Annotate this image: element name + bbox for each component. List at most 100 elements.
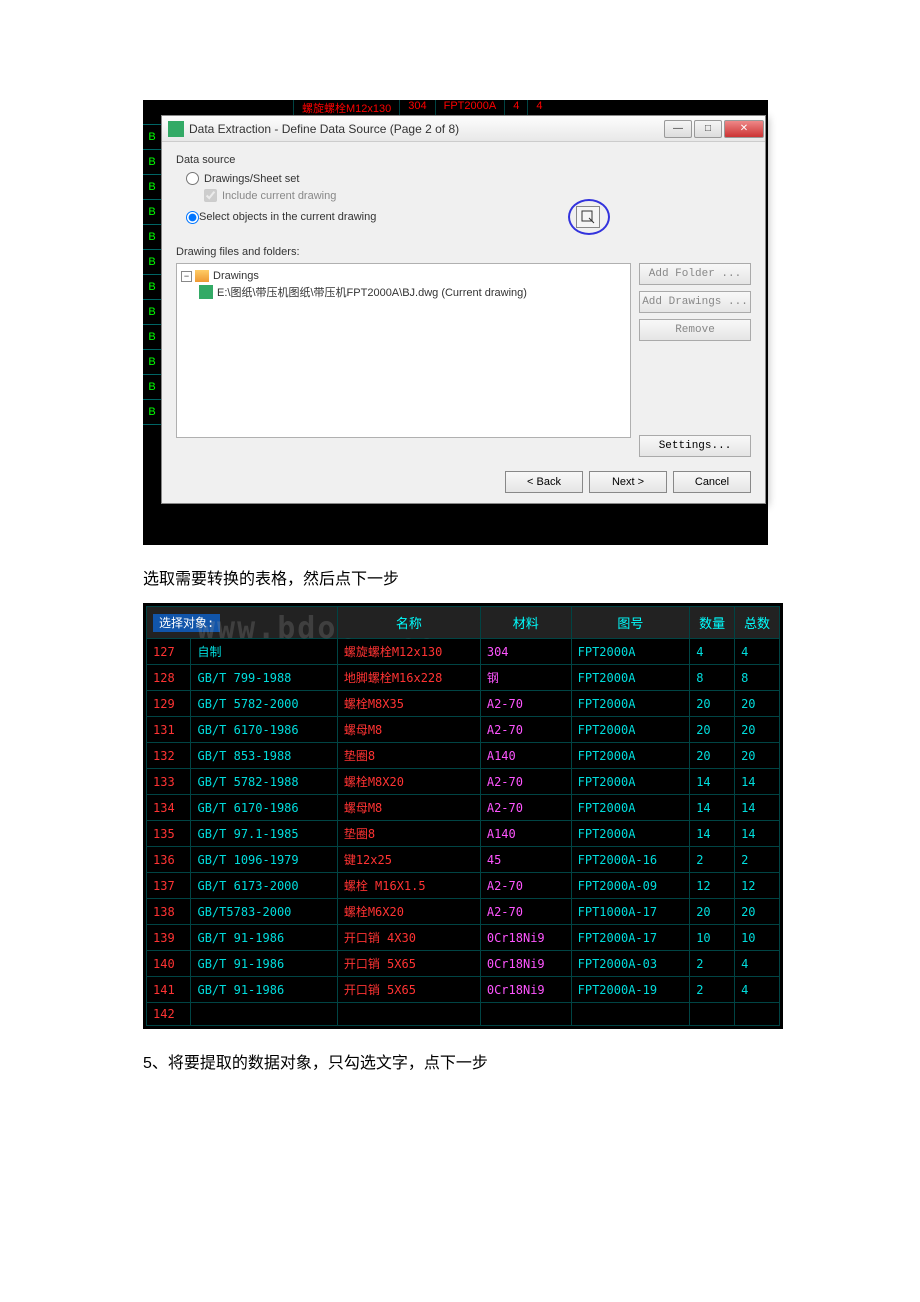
dialog-title: Data Extraction - Define Data Source (Pa… [189,122,663,136]
cell-mat: A2-70 [480,769,571,795]
cell-q1: 20 [690,691,735,717]
table-row[interactable]: 136 GB/T 1096-1979 键12x25 45 FPT2000A-16… [147,847,780,873]
cell-dwg: FPT2000A-09 [571,873,690,899]
cell-mat [480,1003,571,1026]
cell-q2: 12 [735,873,780,899]
cell-q1: 2 [690,977,735,1003]
select-objects-row: Select objects in the current drawing [186,206,751,228]
cell-name: 螺母M8 [337,795,480,821]
tree-collapse-icon[interactable]: − [181,271,192,282]
tree-file-row[interactable]: E:\图纸\带压机图纸\带压机FPT2000A\BJ.dwg (Current … [181,284,626,300]
cell-q1: 20 [690,899,735,925]
cell-dwg [571,1003,690,1026]
cell-num: 140 [147,951,191,977]
cell-q1: 12 [690,873,735,899]
cad-cell: 4 [504,100,527,116]
cell-name: 开口销 5X65 [337,951,480,977]
table-row[interactable]: 139 GB/T 91-1986 开口销 4X30 0Cr18Ni9 FPT20… [147,925,780,951]
tree-root-label: Drawings [213,270,259,282]
cell-q1: 10 [690,925,735,951]
select-objects-button[interactable] [576,206,600,228]
cell-q1 [690,1003,735,1026]
cell-mat: A2-70 [480,691,571,717]
table-row[interactable]: 135 GB/T 97.1-1985 垫圈8 A140 FPT2000A 14 … [147,821,780,847]
cell-num: 142 [147,1003,191,1026]
cell-q2: 4 [735,951,780,977]
table-row[interactable]: 138 GB/T5783-2000 螺栓M6X20 A2-70 FPT1000A… [147,899,780,925]
cell-mat: A2-70 [480,795,571,821]
cell-q2: 20 [735,691,780,717]
table-row[interactable]: 127 自制 螺旋螺栓M12x130 304 FPT2000A 4 4 [147,639,780,665]
cell-num: 134 [147,795,191,821]
tree-root-row[interactable]: − Drawings [181,270,626,282]
ruler-cell: B [143,150,161,175]
cell-dwg: FPT2000A [571,769,690,795]
cell-name: 垫圈8 [337,743,480,769]
add-drawings-button[interactable]: Add Drawings ... [639,291,751,313]
cell-num: 141 [147,977,191,1003]
include-current-label: Include current drawing [222,190,336,202]
close-button[interactable]: ✕ [724,120,764,138]
table-row[interactable]: 141 GB/T 91-1986 开口销 5X65 0Cr18Ni9 FPT20… [147,977,780,1003]
cell-dwg: FPT2000A [571,665,690,691]
table-row[interactable]: 129 GB/T 5782-2000 螺栓M8X35 A2-70 FPT2000… [147,691,780,717]
cell-mat: 钢 [480,665,571,691]
cell-q1: 2 [690,951,735,977]
cell-num: 136 [147,847,191,873]
cell-dwg: FPT2000A [571,795,690,821]
cell-mat: 304 [480,639,571,665]
table-row[interactable]: 128 GB/T 799-1988 地脚螺栓M16x228 钢 FPT2000A… [147,665,780,691]
table-row[interactable]: 142 [147,1003,780,1026]
cell-std: GB/T 6170-1986 [191,795,337,821]
cell-num: 128 [147,665,191,691]
cell-mat: 45 [480,847,571,873]
title-bar[interactable]: Data Extraction - Define Data Source (Pa… [162,116,765,142]
select-objects-radio[interactable] [186,211,199,224]
minimize-button[interactable]: — [664,120,692,138]
table-row[interactable]: 140 GB/T 91-1986 开口销 5X65 0Cr18Ni9 FPT20… [147,951,780,977]
cell-q2: 10 [735,925,780,951]
col-drawing: 图号 [571,607,690,639]
cancel-button[interactable]: Cancel [673,471,751,493]
cell-mat: A140 [480,821,571,847]
back-button[interactable]: < Back [505,471,583,493]
cell-std: GB/T5783-2000 [191,899,337,925]
cell-std: GB/T 91-1986 [191,925,337,951]
cell-q1: 14 [690,821,735,847]
ruler-cell: B [143,200,161,225]
side-buttons: Add Folder ... Add Drawings ... Remove S… [639,263,751,457]
cell-q2: 14 [735,769,780,795]
remove-button[interactable]: Remove [639,319,751,341]
cad-cell: 螺旋螺栓M12x130 [293,100,399,116]
next-button[interactable]: Next > [589,471,667,493]
cell-dwg: FPT1000A-17 [571,899,690,925]
cell-name: 螺栓M8X35 [337,691,480,717]
drawings-sheet-radio[interactable] [186,172,199,185]
ruler-cell: B [143,175,161,200]
settings-button[interactable]: Settings... [639,435,751,457]
table-body: 127 自制 螺旋螺栓M12x130 304 FPT2000A 4 4 128 … [147,639,780,1026]
table-row[interactable]: 131 GB/T 6170-1986 螺母M8 A2-70 FPT2000A 2… [147,717,780,743]
cell-q2: 20 [735,899,780,925]
table-row[interactable]: 132 GB/T 853-1988 垫圈8 A140 FPT2000A 20 2… [147,743,780,769]
add-folder-button[interactable]: Add Folder ... [639,263,751,285]
cell-q2: 14 [735,795,780,821]
ruler-left: B B B B B B B B B B B B [143,100,161,545]
cell-std: 自制 [191,639,337,665]
cell-q2: 20 [735,743,780,769]
cell-name: 螺栓 M16X1.5 [337,873,480,899]
ruler-cell: B [143,125,161,150]
table-row[interactable]: 137 GB/T 6173-2000 螺栓 M16X1.5 A2-70 FPT2… [147,873,780,899]
folder-icon [195,270,209,282]
cell-q2: 20 [735,717,780,743]
table-row[interactable]: 133 GB/T 5782-1988 螺栓M8X20 A2-70 FPT2000… [147,769,780,795]
cad-cell: FPT2000A [435,100,505,116]
cell-num: 137 [147,873,191,899]
table-row[interactable]: 134 GB/T 6170-1986 螺母M8 A2-70 FPT2000A 1… [147,795,780,821]
select-header: 选择对象: www.bdocx.com [147,607,338,639]
maximize-button[interactable]: □ [694,120,722,138]
cell-q1: 14 [690,795,735,821]
cell-name: 开口销 5X65 [337,977,480,1003]
tree-box[interactable]: − Drawings E:\图纸\带压机图纸\带压机FPT2000A\BJ.dw… [176,263,631,438]
col-material: 材料 [480,607,571,639]
